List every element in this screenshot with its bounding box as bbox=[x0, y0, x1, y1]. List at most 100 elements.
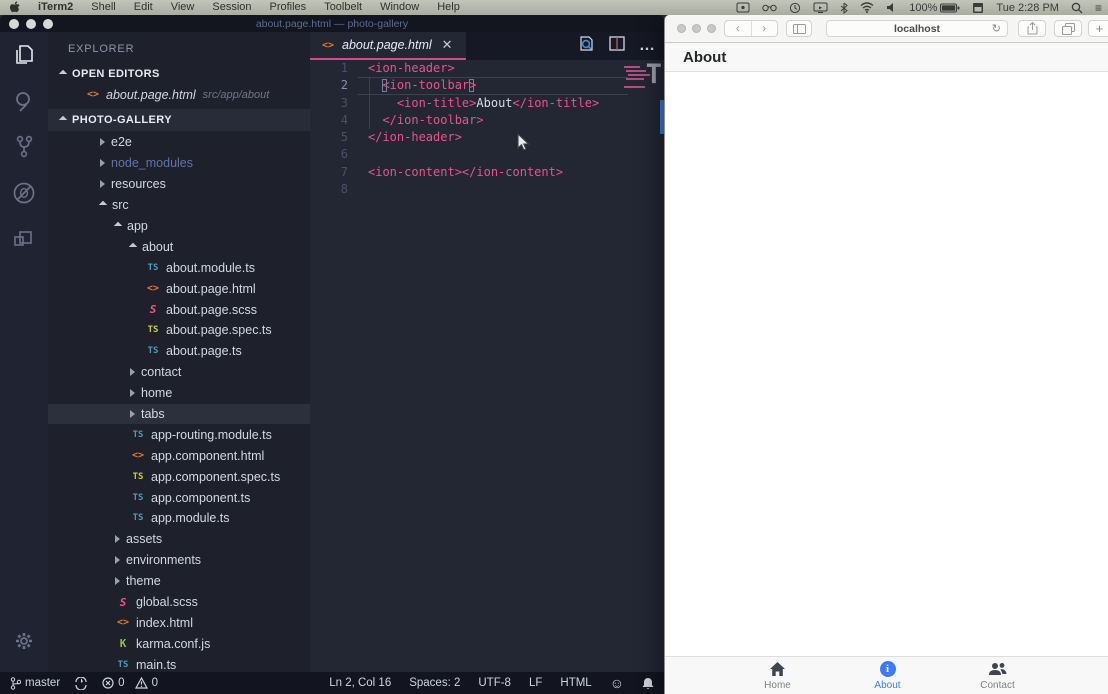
menubar-battery[interactable]: 100% bbox=[903, 2, 966, 14]
back-button[interactable]: ‹ bbox=[725, 21, 751, 36]
code-line-1[interactable]: 1<ion-header> bbox=[310, 60, 664, 77]
home-icon bbox=[769, 661, 786, 678]
tab-about[interactable]: iAbout bbox=[853, 657, 923, 694]
browser-window-controls[interactable] bbox=[677, 24, 716, 33]
tab-overview-icon[interactable] bbox=[1054, 20, 1082, 37]
tree-item-app-routing-module-ts[interactable]: TSapp-routing.module.ts bbox=[48, 424, 310, 445]
zoom-window-button[interactable] bbox=[707, 24, 716, 33]
sync-indicator[interactable] bbox=[74, 677, 88, 690]
reload-icon[interactable]: ↻ bbox=[992, 22, 1001, 35]
tree-item-resources[interactable]: resources bbox=[48, 174, 310, 195]
files-icon[interactable] bbox=[0, 32, 48, 78]
gear-icon[interactable] bbox=[0, 618, 48, 664]
menu-item-session[interactable]: Session bbox=[203, 0, 260, 15]
apple-menu-icon[interactable] bbox=[10, 1, 21, 14]
tree-item-app-module-ts[interactable]: TSapp.module.ts bbox=[48, 508, 310, 529]
tree-item-tabs[interactable]: tabs bbox=[48, 404, 310, 425]
source-control-icon[interactable] bbox=[0, 124, 48, 170]
tab-about-page-html[interactable]: <> about.page.html ✕ bbox=[310, 32, 466, 60]
tree-item-global-scss[interactable]: Sglobal.scss bbox=[48, 592, 310, 613]
tree-item-home[interactable]: home bbox=[48, 383, 310, 404]
menubar-display-icon[interactable] bbox=[807, 2, 834, 13]
menu-item-iterm2[interactable]: iTerm2 bbox=[29, 0, 82, 15]
forward-button[interactable]: › bbox=[752, 21, 778, 36]
open-editor-item[interactable]: <> about.page.html src/app/about bbox=[48, 84, 310, 105]
new-tab-button[interactable]: + bbox=[1088, 20, 1108, 37]
menu-item-view[interactable]: View bbox=[162, 0, 204, 15]
tree-item-theme[interactable]: theme bbox=[48, 571, 310, 592]
menubar-glasses-icon[interactable] bbox=[756, 3, 783, 12]
notifications-bell-icon[interactable] bbox=[642, 677, 654, 690]
menu-item-edit[interactable]: Edit bbox=[125, 0, 162, 15]
split-editor-icon[interactable] bbox=[609, 36, 625, 56]
tree-item-contact[interactable]: contact bbox=[48, 362, 310, 383]
code-line-4[interactable]: 4 </ion-toolbar> bbox=[310, 112, 664, 129]
close-tab-icon[interactable]: ✕ bbox=[442, 37, 453, 53]
tree-item-about-page-scss[interactable]: Sabout.page.scss bbox=[48, 299, 310, 320]
more-actions-icon[interactable]: … bbox=[639, 37, 656, 55]
tree-item-about-page-spec-ts[interactable]: TSabout.page.spec.ts bbox=[48, 320, 310, 341]
tree-item-assets[interactable]: assets bbox=[48, 529, 310, 550]
close-window-button[interactable] bbox=[677, 24, 686, 33]
code-line-6[interactable]: 6 bbox=[310, 146, 664, 163]
editor-group: <> about.page.html ✕ … T 1<ion-header>2 … bbox=[310, 32, 664, 672]
share-icon[interactable] bbox=[1018, 20, 1046, 37]
tree-item-index-html[interactable]: <>index.html bbox=[48, 612, 310, 633]
indentation[interactable]: Spaces: 2 bbox=[409, 677, 460, 689]
menubar-volume-icon[interactable] bbox=[880, 2, 903, 13]
tree-item-about-page-ts[interactable]: TSabout.page.ts bbox=[48, 341, 310, 362]
tree-item-about[interactable]: about bbox=[48, 236, 310, 257]
menubar-input-source-icon[interactable] bbox=[966, 2, 990, 14]
code-line-2[interactable]: 2 <ion-toolbar> bbox=[310, 77, 664, 94]
code-line-5[interactable]: 5</ion-header> bbox=[310, 129, 664, 146]
notification-center-icon[interactable]: ≡ bbox=[1089, 1, 1108, 15]
menu-item-shell[interactable]: Shell bbox=[82, 0, 124, 15]
menu-item-profiles[interactable]: Profiles bbox=[261, 0, 316, 15]
chevron-right-icon bbox=[115, 535, 120, 543]
tree-item-app-component-ts[interactable]: TSapp.component.ts bbox=[48, 487, 310, 508]
eol-sequence[interactable]: LF bbox=[529, 677, 542, 689]
tree-item-node-modules[interactable]: node_modules bbox=[48, 153, 310, 174]
tree-item-about-module-ts[interactable]: TSabout.module.ts bbox=[48, 257, 310, 278]
tree-item-app[interactable]: app bbox=[48, 216, 310, 237]
spotlight-icon[interactable] bbox=[1065, 2, 1089, 14]
menu-item-help[interactable]: Help bbox=[428, 0, 469, 15]
menubar-wifi-icon[interactable] bbox=[854, 2, 880, 13]
sidebar-toggle-icon[interactable] bbox=[786, 20, 812, 37]
menu-item-window[interactable]: Window bbox=[371, 0, 428, 15]
extensions-icon[interactable] bbox=[0, 216, 48, 262]
code-line-7[interactable]: 7<ion-content></ion-content> bbox=[310, 164, 664, 181]
open-editors-section[interactable]: OPEN EDITORS bbox=[48, 64, 310, 84]
code-line-3[interactable]: 3 <ion-title>About</ion-title> bbox=[310, 95, 664, 112]
tree-item-e2e[interactable]: e2e bbox=[48, 132, 310, 153]
tree-item-karma-conf-js[interactable]: Kkarma.conf.js bbox=[48, 633, 310, 654]
tree-item-src[interactable]: src bbox=[48, 195, 310, 216]
address-bar[interactable]: localhost ↻ bbox=[826, 20, 1008, 37]
feedback-smiley-icon[interactable]: ☺ bbox=[610, 675, 624, 691]
minimize-window-button[interactable] bbox=[692, 24, 701, 33]
open-changes-icon[interactable] bbox=[578, 35, 595, 57]
debug-icon[interactable] bbox=[0, 170, 48, 216]
tab-contact[interactable]: Contact bbox=[963, 657, 1033, 694]
code-line-8[interactable]: 8 bbox=[310, 181, 664, 198]
tree-item-app-component-html[interactable]: <>app.component.html bbox=[48, 445, 310, 466]
tree-item-about-page-html[interactable]: <>about.page.html bbox=[48, 278, 310, 299]
encoding[interactable]: UTF-8 bbox=[478, 677, 511, 689]
tab-home[interactable]: Home bbox=[743, 657, 813, 694]
tree-item-app-component-spec-ts[interactable]: TSapp.component.spec.ts bbox=[48, 466, 310, 487]
problems-indicator[interactable]: 0 0 bbox=[102, 677, 158, 689]
menubar-bluetooth-icon[interactable] bbox=[834, 2, 854, 14]
vscode-titlebar[interactable]: about.page.html — photo-gallery bbox=[0, 15, 664, 32]
search-icon[interactable] bbox=[0, 78, 48, 124]
code-area[interactable]: T 1<ion-header>2 <ion-toolbar>3 <ion-tit… bbox=[310, 60, 664, 672]
tree-item-environments[interactable]: environments bbox=[48, 550, 310, 571]
menubar-capture-icon[interactable] bbox=[730, 2, 756, 13]
menubar-clock[interactable]: Tue 2:28 PM bbox=[990, 2, 1065, 14]
language-mode[interactable]: HTML bbox=[560, 677, 591, 689]
tree-item-main-ts[interactable]: TSmain.ts bbox=[48, 654, 310, 672]
git-branch-indicator[interactable]: master bbox=[10, 677, 60, 690]
project-section-header[interactable]: PHOTO-GALLERY bbox=[48, 109, 310, 131]
menu-item-toolbelt[interactable]: Toolbelt bbox=[315, 0, 371, 15]
menubar-timemachine-icon[interactable] bbox=[783, 2, 807, 14]
cursor-position[interactable]: Ln 2, Col 16 bbox=[329, 677, 391, 689]
